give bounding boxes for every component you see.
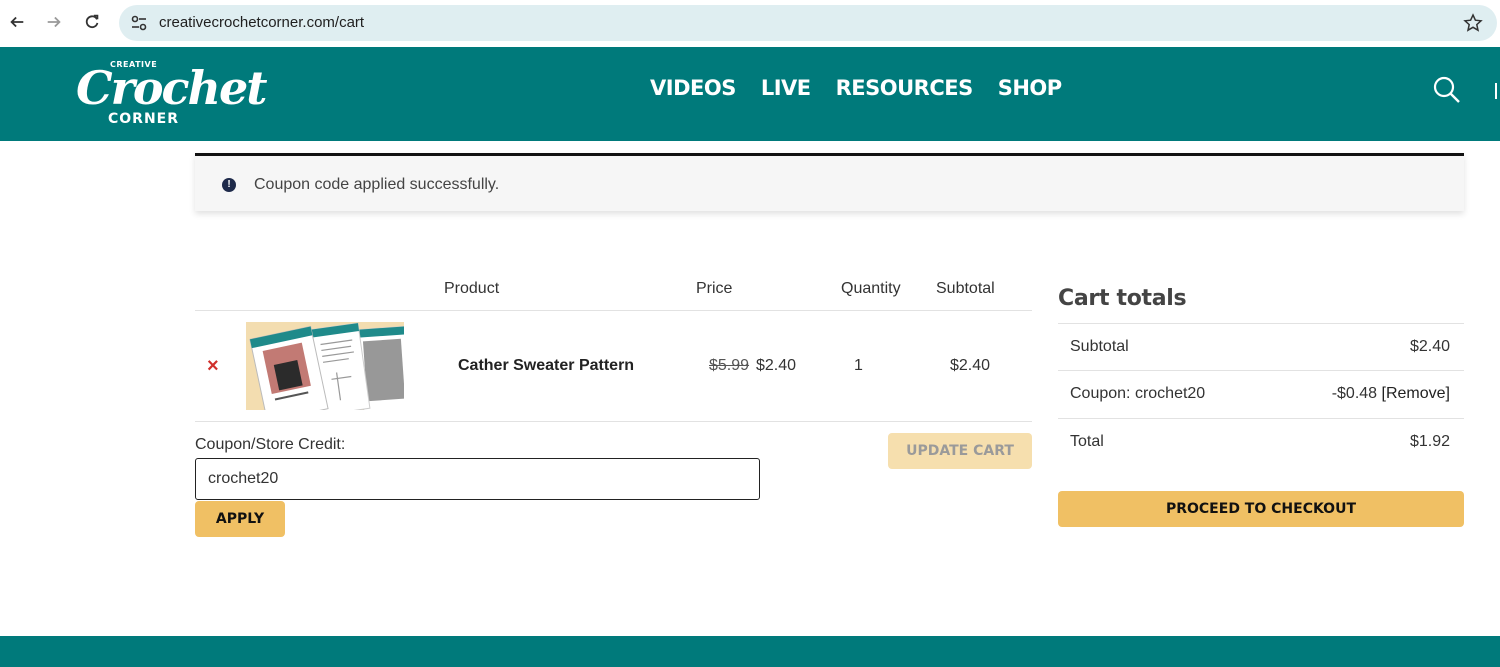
- logo-main-text: Crochet: [76, 61, 267, 115]
- nav-resources[interactable]: RESOURCES: [836, 76, 974, 100]
- quantity-value[interactable]: 1: [854, 357, 863, 375]
- site-footer: [0, 636, 1500, 667]
- main-nav: VIDEOS LIVE RESOURCES SHOP: [650, 76, 1087, 100]
- nav-videos[interactable]: VIDEOS: [650, 76, 736, 100]
- nav-live[interactable]: LIVE: [761, 76, 811, 100]
- coupon-discount-amount: -$0.48: [1331, 385, 1378, 402]
- coupon-label: Coupon/Store Credit:: [195, 436, 346, 453]
- remove-item-button[interactable]: ×: [207, 355, 219, 378]
- reload-icon[interactable]: [80, 10, 104, 34]
- row-subtotal: $2.40: [950, 357, 991, 374]
- cart-totals-title: Cart totals: [1058, 286, 1187, 311]
- url-text[interactable]: creativecrochetcorner.com/cart: [159, 14, 364, 31]
- totals-subtotal-value: $2.40: [1409, 338, 1450, 355]
- bookmark-star-icon[interactable]: [1463, 13, 1483, 33]
- site-settings-icon[interactable]: [129, 13, 149, 33]
- table-divider: [195, 310, 1032, 311]
- product-thumbnail[interactable]: [246, 322, 404, 410]
- totals-coupon-label: Coupon: crochet20: [1070, 385, 1206, 402]
- cart-icon[interactable]: [1494, 81, 1500, 101]
- totals-divider: [1058, 418, 1464, 419]
- forward-arrow-icon[interactable]: [42, 10, 66, 34]
- coupon-input[interactable]: [195, 458, 760, 500]
- totals-total-value: $1.92: [1409, 433, 1450, 450]
- site-header: CREATIVE Crochet CORNER VIDEOS LIVE RESO…: [0, 47, 1500, 141]
- update-cart-button[interactable]: UPDATE CART: [888, 433, 1032, 469]
- nav-shop[interactable]: SHOP: [998, 76, 1062, 100]
- price-original: $5.99: [709, 357, 750, 374]
- table-divider: [195, 421, 1032, 422]
- col-header-price: Price: [696, 280, 733, 297]
- proceed-to-checkout-button[interactable]: PROCEED TO CHECKOUT: [1058, 491, 1464, 527]
- site-logo[interactable]: CREATIVE Crochet CORNER: [76, 57, 267, 127]
- col-header-quantity: Quantity: [841, 280, 901, 297]
- browser-toolbar: creativecrochetcorner.com/cart: [0, 0, 1500, 47]
- col-header-product: Product: [444, 280, 500, 297]
- product-name-link[interactable]: Cather Sweater Pattern: [458, 357, 634, 375]
- totals-divider: [1058, 370, 1464, 371]
- totals-subtotal-label: Subtotal: [1070, 338, 1129, 355]
- price-sale: $2.40: [756, 357, 797, 374]
- notice-text: Coupon code applied successfully.: [254, 176, 500, 193]
- address-bar[interactable]: creativecrochetcorner.com/cart: [119, 5, 1497, 41]
- totals-total-label: Total: [1070, 433, 1104, 450]
- totals-coupon-value: -$0.48 [Remove]: [1332, 385, 1450, 403]
- totals-divider: [1058, 323, 1464, 324]
- coupon-notice: ! Coupon code applied successfully.: [195, 153, 1464, 211]
- apply-coupon-button[interactable]: APPLY: [195, 501, 285, 537]
- col-header-subtotal: Subtotal: [936, 280, 995, 297]
- back-arrow-icon[interactable]: [5, 10, 29, 34]
- info-icon: !: [222, 178, 236, 192]
- logo-bottom-text: CORNER: [108, 111, 180, 127]
- remove-coupon-link[interactable]: [Remove]: [1382, 385, 1450, 402]
- search-icon[interactable]: [1432, 75, 1462, 105]
